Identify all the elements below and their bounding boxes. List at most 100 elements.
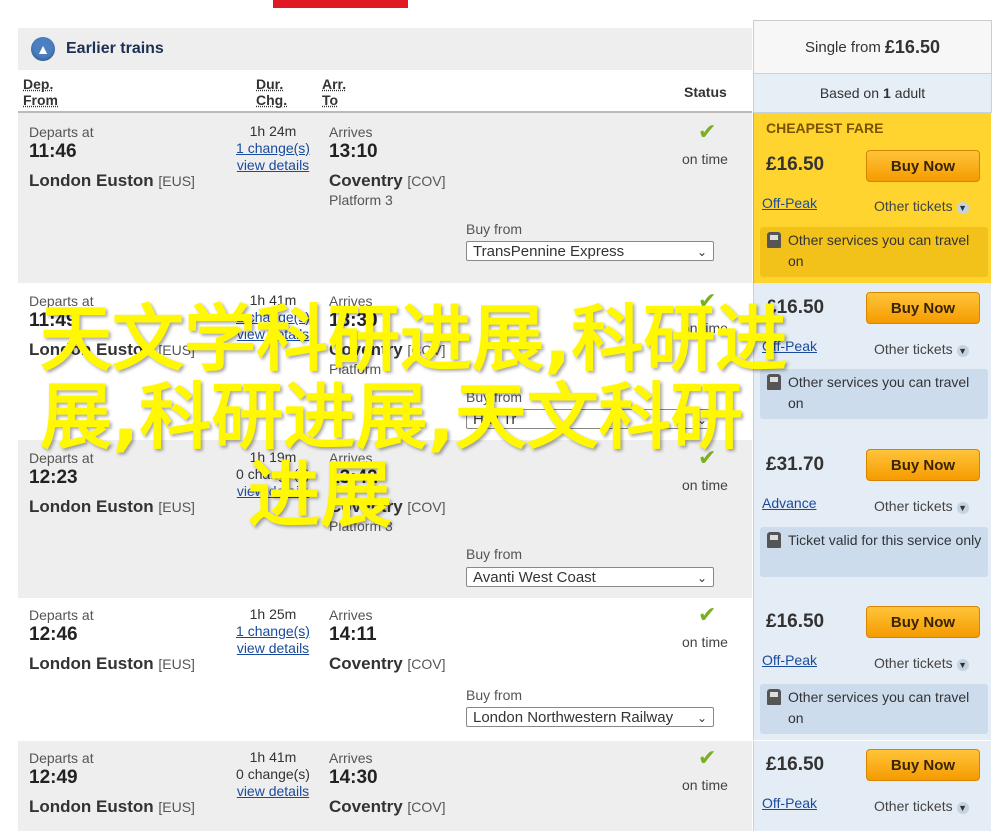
journey-row[interactable]: Departs at 12:49 London Euston [EUS] 1h … [18, 741, 752, 831]
operator-selected: Hull Tr [473, 411, 517, 428]
platform-label: Platform [329, 361, 382, 377]
results-header: Dep. From Dur. Chg. Arr. To Status [18, 73, 752, 113]
fare-type-link[interactable]: Off-Peak [762, 652, 817, 668]
chevron-down-icon: ⌄ [696, 711, 707, 725]
buy-now-button[interactable]: Buy Now [866, 449, 980, 481]
fare-info-box: Other services you can travel on [760, 684, 988, 734]
journey-row[interactable]: Departs at 12:23 London Euston [EUS] 1h … [18, 440, 752, 598]
status-header: Status [684, 84, 727, 100]
check-icon: ✔ [698, 745, 717, 770]
check-icon: ✔ [698, 288, 717, 313]
buy-from-label: Buy from [466, 389, 523, 405]
fare-panel: £16.50 Buy Now Off-Peak Other tickets ▼ O… [753, 283, 991, 440]
arrival-time: 14:30 [329, 767, 378, 788]
origin-station: London Euston [29, 497, 154, 516]
arr-header-line2: To [322, 92, 339, 108]
fare-info-box: Other services you can travel on [760, 227, 988, 277]
buy-from-label: Buy from [466, 687, 523, 703]
origin-code: [EUS] [158, 173, 195, 189]
view-details-link[interactable]: view details [223, 783, 323, 800]
fare-type-link[interactable]: Off-Peak [762, 795, 817, 811]
operator-select[interactable]: Hull Tr ⌄ [466, 409, 714, 429]
origin-code: [EUS] [158, 799, 195, 815]
operator-selected: Avanti West Coast [473, 569, 596, 586]
fare-price: £16.50 [766, 297, 825, 318]
other-tickets-label: Other tickets [874, 341, 953, 357]
arrives-label: Arrives [329, 124, 373, 140]
operator-selected: London Northwestern Railway [473, 709, 674, 726]
other-tickets-toggle[interactable]: Other tickets ▼ [874, 498, 969, 514]
fare-info-text: Other services you can travel on [788, 232, 970, 269]
buy-now-button[interactable]: Buy Now [866, 292, 980, 324]
dur-header-line1: Dur. [256, 76, 284, 92]
fare-panel-cheapest: CHEAPEST FARE £16.50 Buy Now Off-Peak Ot… [753, 113, 991, 283]
chevron-down-icon: ▼ [956, 202, 969, 214]
origin-station: London Euston [29, 654, 154, 673]
changes-link[interactable]: 1 change(s) [223, 140, 323, 157]
buy-now-button[interactable]: Buy Now [866, 150, 980, 182]
fare-info-text: Other services you can travel on [788, 689, 970, 726]
fare-type-link[interactable]: Advance [762, 495, 816, 511]
departure-time: 11:46 [29, 141, 77, 162]
buy-now-button[interactable]: Buy Now [866, 606, 980, 638]
fare-info-box: Other services you can travel on [760, 369, 988, 419]
operator-select[interactable]: Avanti West Coast ⌄ [466, 567, 714, 587]
view-details-link[interactable]: view details [223, 157, 323, 174]
train-icon [767, 232, 781, 248]
departure-time: 11:49 [29, 310, 77, 331]
chevron-down-icon: ⌄ [696, 245, 707, 259]
based-on-box: Based on 1 adult [753, 73, 992, 113]
chevron-down-icon: ▼ [956, 802, 969, 814]
other-tickets-toggle[interactable]: Other tickets ▼ [874, 198, 969, 214]
cheapest-fare-label: CHEAPEST FARE [766, 120, 884, 136]
journey-duration: 1h 19m [249, 449, 297, 465]
arr-to-header[interactable]: Arr. To [322, 76, 346, 108]
buy-now-button[interactable]: Buy Now [866, 749, 980, 781]
fare-type-link[interactable]: Off-Peak [762, 195, 817, 211]
dep-from-header[interactable]: Dep. From [23, 76, 58, 108]
departs-at-label: Departs at [29, 124, 94, 140]
buy-from-label: Buy from [466, 546, 523, 562]
changes-link[interactable]: 1 change(s) [223, 623, 323, 640]
arrives-label: Arrives [329, 607, 373, 623]
operator-select[interactable]: TransPennine Express ⌄ [466, 241, 714, 261]
fare-panel: £31.70 Buy Now Advance Other tickets ▼ Ti… [753, 440, 991, 598]
other-tickets-toggle[interactable]: Other tickets ▼ [874, 655, 969, 671]
journey-row[interactable]: Departs at 11:46 London Euston [EUS] 1h … [18, 113, 752, 283]
other-tickets-toggle[interactable]: Other tickets ▼ [874, 798, 969, 814]
check-icon: ✔ [698, 119, 717, 144]
departs-at-label: Departs at [29, 750, 94, 766]
destination-code: [COV] [407, 342, 446, 358]
other-tickets-label: Other tickets [874, 198, 953, 214]
earlier-trains-bar[interactable]: ▲ Earlier trains [18, 28, 752, 70]
fare-panel: £16.50 Buy Now Off-Peak Other tickets ▼ O… [753, 598, 991, 740]
arrives-label: Arrives [329, 450, 373, 466]
operator-select[interactable]: London Northwestern Railway ⌄ [466, 707, 714, 727]
chevron-down-icon: ▼ [956, 345, 969, 357]
departure-time: 12:49 [29, 767, 78, 788]
other-tickets-label: Other tickets [874, 655, 953, 671]
buy-from-label: Buy from [466, 221, 523, 237]
active-tab-indicator[interactable] [273, 0, 408, 8]
journey-row[interactable]: Departs at 11:49 London Euston [EUS] 1h … [18, 283, 752, 440]
dep-header-line1: Dep. [23, 76, 54, 92]
single-from-label: Single from [805, 38, 881, 56]
destination-code: [COV] [407, 656, 446, 672]
journey-row[interactable]: Departs at 12:46 London Euston [EUS] 1h … [18, 598, 752, 740]
train-icon [767, 374, 781, 390]
status-on-time: on time [682, 777, 728, 793]
chevron-down-icon: ▼ [956, 502, 969, 514]
fare-info-text: Ticket valid for this service only [788, 532, 982, 548]
view-details-link[interactable]: view details [223, 640, 323, 657]
earlier-trains-label[interactable]: Earlier trains [66, 40, 164, 58]
changes-link[interactable]: 1 change(s) [223, 309, 323, 326]
status-on-time: on time [682, 320, 728, 336]
status-on-time: on time [682, 477, 728, 493]
fare-type-link[interactable]: Off-Peak [762, 338, 817, 354]
dur-chg-header[interactable]: Dur. Chg. [256, 76, 287, 108]
arrival-time: 14:11 [329, 624, 377, 645]
journey-duration: 1h 24m [249, 123, 297, 139]
view-details-link[interactable]: view details [223, 483, 323, 500]
other-tickets-toggle[interactable]: Other tickets ▼ [874, 341, 969, 357]
view-details-link[interactable]: view details [223, 326, 323, 343]
